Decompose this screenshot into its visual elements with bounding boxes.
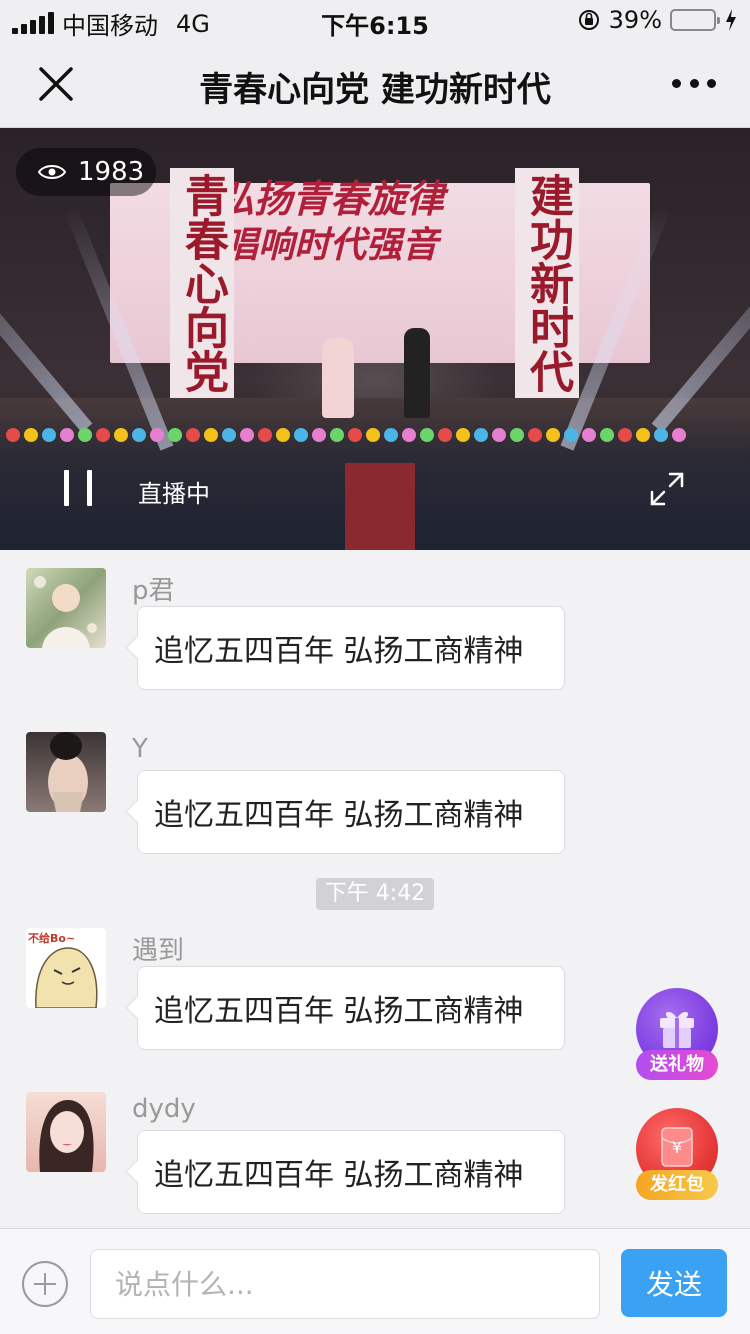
chat-username: dydy	[132, 1094, 196, 1124]
nav-bar: 青春心向党 建功新时代	[0, 40, 750, 128]
page-title: 青春心向党 建功新时代	[199, 70, 551, 110]
sticker-text: 不给Bo~	[28, 932, 76, 945]
live-status-label: 直播中	[138, 480, 210, 508]
yuan-symbol: ¥	[671, 1138, 683, 1157]
avatar[interactable]	[26, 568, 106, 648]
message-input[interactable]	[90, 1249, 600, 1319]
avatar[interactable]	[26, 732, 106, 812]
status-bar: 中国移动 4G 下午6:15 39%	[0, 0, 750, 40]
chat-bubble: 追忆五四百年 弘扬工商精神	[137, 966, 565, 1050]
viewer-count-badge: 1983	[16, 148, 156, 196]
host-male	[404, 328, 430, 418]
pause-button[interactable]	[64, 470, 92, 506]
input-bar: 发送	[0, 1228, 750, 1334]
host-female	[322, 338, 354, 418]
chat-bubble: 追忆五四百年 弘扬工商精神	[137, 1130, 565, 1214]
chat-username: Y	[132, 734, 148, 764]
send-redpacket-button[interactable]: ¥ 发红包	[636, 1108, 718, 1200]
chat-bubble: 追忆五四百年 弘扬工商精神	[137, 770, 565, 854]
live-video-player[interactable]: 弘扬青春旋律 唱响时代强音 青春心向党 建功新时代 1983 直播中	[0, 128, 750, 550]
gift-label: 送礼物	[636, 1050, 718, 1080]
avatar[interactable]	[26, 1092, 106, 1172]
viewer-count: 1983	[78, 157, 145, 187]
more-dots-icon[interactable]	[672, 68, 716, 98]
live-controls: 直播中	[0, 458, 750, 518]
status-right: 39%	[577, 6, 738, 34]
send-gift-button[interactable]: 送礼物	[636, 988, 718, 1080]
time-separator: 下午 4:42	[316, 878, 434, 910]
plus-icon[interactable]	[22, 1261, 68, 1307]
battery-icon	[670, 9, 720, 31]
redpacket-label: 发红包	[636, 1170, 718, 1200]
avatar[interactable]: 不给Bo~	[26, 928, 106, 1008]
fullscreen-icon[interactable]	[648, 470, 686, 508]
eye-icon	[38, 165, 66, 179]
charging-bolt-icon	[726, 9, 736, 31]
chat-username: 遇到	[132, 936, 185, 966]
chat-username: p君	[132, 576, 175, 606]
chat-bubble: 追忆五四百年 弘扬工商精神	[137, 606, 565, 690]
backdrop-banner-right: 建功新时代	[515, 168, 579, 398]
battery-percent: 39%	[608, 6, 662, 34]
send-button[interactable]: 发送	[621, 1249, 727, 1317]
orientation-lock-icon	[578, 10, 599, 30]
balloon-row	[0, 428, 750, 446]
backdrop-banner-left: 青春心向党	[170, 168, 234, 398]
